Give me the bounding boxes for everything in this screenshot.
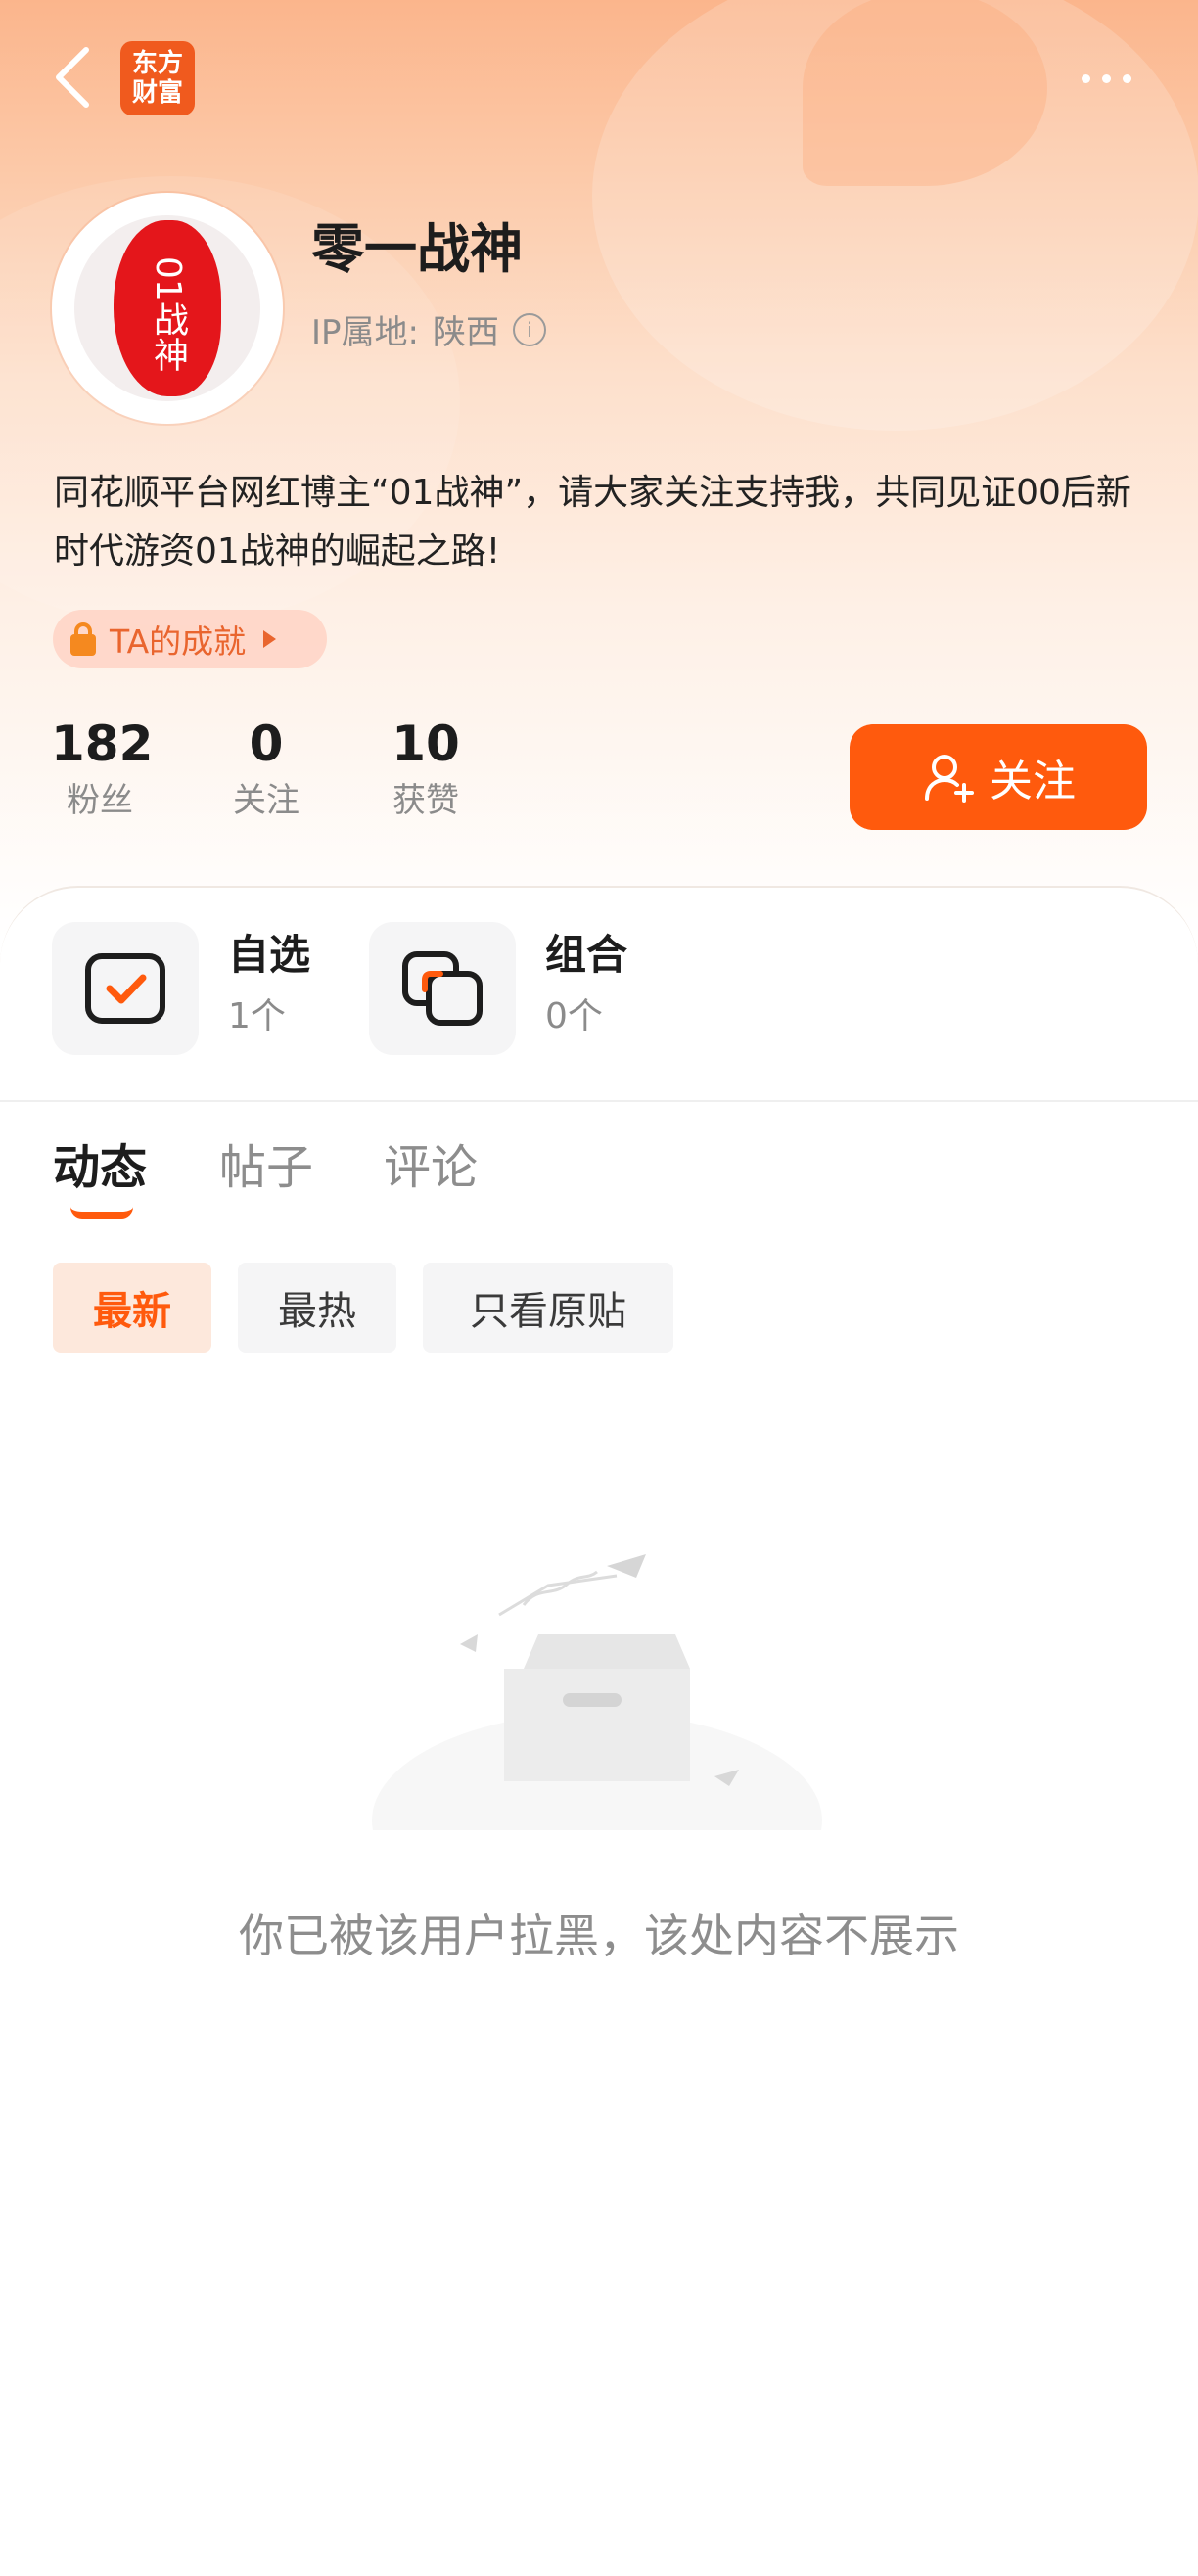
stat-likes[interactable]: 10 获赞 [377,712,475,825]
achievement-badge[interactable]: TA的成就 [53,610,327,668]
watchlist-count: 1个 [228,996,286,1036]
ip-label: IP属地: [311,313,419,352]
stat-value: 182 [51,715,154,772]
filter-latest[interactable]: 最新 [53,1263,211,1353]
info-icon[interactable]: i [513,312,546,346]
achievement-label: TA的成就 [110,622,247,661]
portfolio-icon-box [369,922,516,1055]
chevron-left-icon [56,47,89,108]
empty-box-illustration [372,1554,822,1830]
bio-text: 同花顺平台网红博主“01战神”，请大家关注支持我，共同见证00后新时代游资01战… [54,473,1131,572]
filter-original-only[interactable]: 只看原贴 [423,1263,673,1353]
portfolio-title: 组合 [545,931,628,979]
filter-hottest[interactable]: 最热 [238,1263,396,1353]
tab-posts[interactable]: 帖子 [219,1135,313,1200]
avatar[interactable]: 01战神 [52,193,283,424]
empty-state-message: 你已被该用户拉黑，该处内容不展示 [239,1909,959,1962]
stat-value: 0 [249,715,284,772]
watchlist-icon-box [52,922,199,1055]
checkbox-icon [85,953,165,1024]
play-arrow-icon [263,630,277,648]
stat-fans[interactable]: 182 粉丝 [51,712,154,825]
follow-button[interactable]: 关注 [850,724,1147,830]
stat-label: 关注 [233,781,300,820]
add-user-icon [925,755,974,803]
back-button[interactable] [43,43,102,112]
tab-comments[interactable]: 评论 [384,1135,478,1200]
stat-label: 粉丝 [67,781,133,820]
more-dot-icon [1081,73,1090,83]
stat-label: 获赞 [392,781,459,820]
logo-text-line2: 财富 [131,78,183,108]
watchlist-title: 自选 [228,931,311,979]
app-logo: 东方 财富 [120,41,195,115]
portfolio-count: 0个 [545,996,603,1036]
portfolio-item[interactable]: 组合 0个 [369,922,627,1055]
watchlist-item[interactable]: 自选 1个 [52,922,310,1055]
ip-location: 陕西 [433,313,499,352]
active-tab-indicator [70,1207,133,1219]
more-options-button[interactable] [1067,59,1145,98]
avatar-seal: 01战神 [114,220,221,396]
tab-dynamics[interactable]: 动态 [53,1135,147,1200]
stat-value: 10 [392,715,460,772]
follow-button-label: 关注 [990,757,1076,806]
logo-text-line1: 东方 [131,49,183,78]
more-dot-icon [1122,73,1131,83]
stat-following[interactable]: 0 关注 [217,712,315,825]
username: 零一战神 [311,218,523,280]
avatar-image: 01战神 [74,215,260,401]
ip-location-row: IP属地: 陕西 i [311,305,546,353]
lock-icon [69,622,98,656]
portfolio-icon [402,951,483,1026]
section-divider [0,1100,1198,1102]
more-dot-icon [1101,73,1111,83]
